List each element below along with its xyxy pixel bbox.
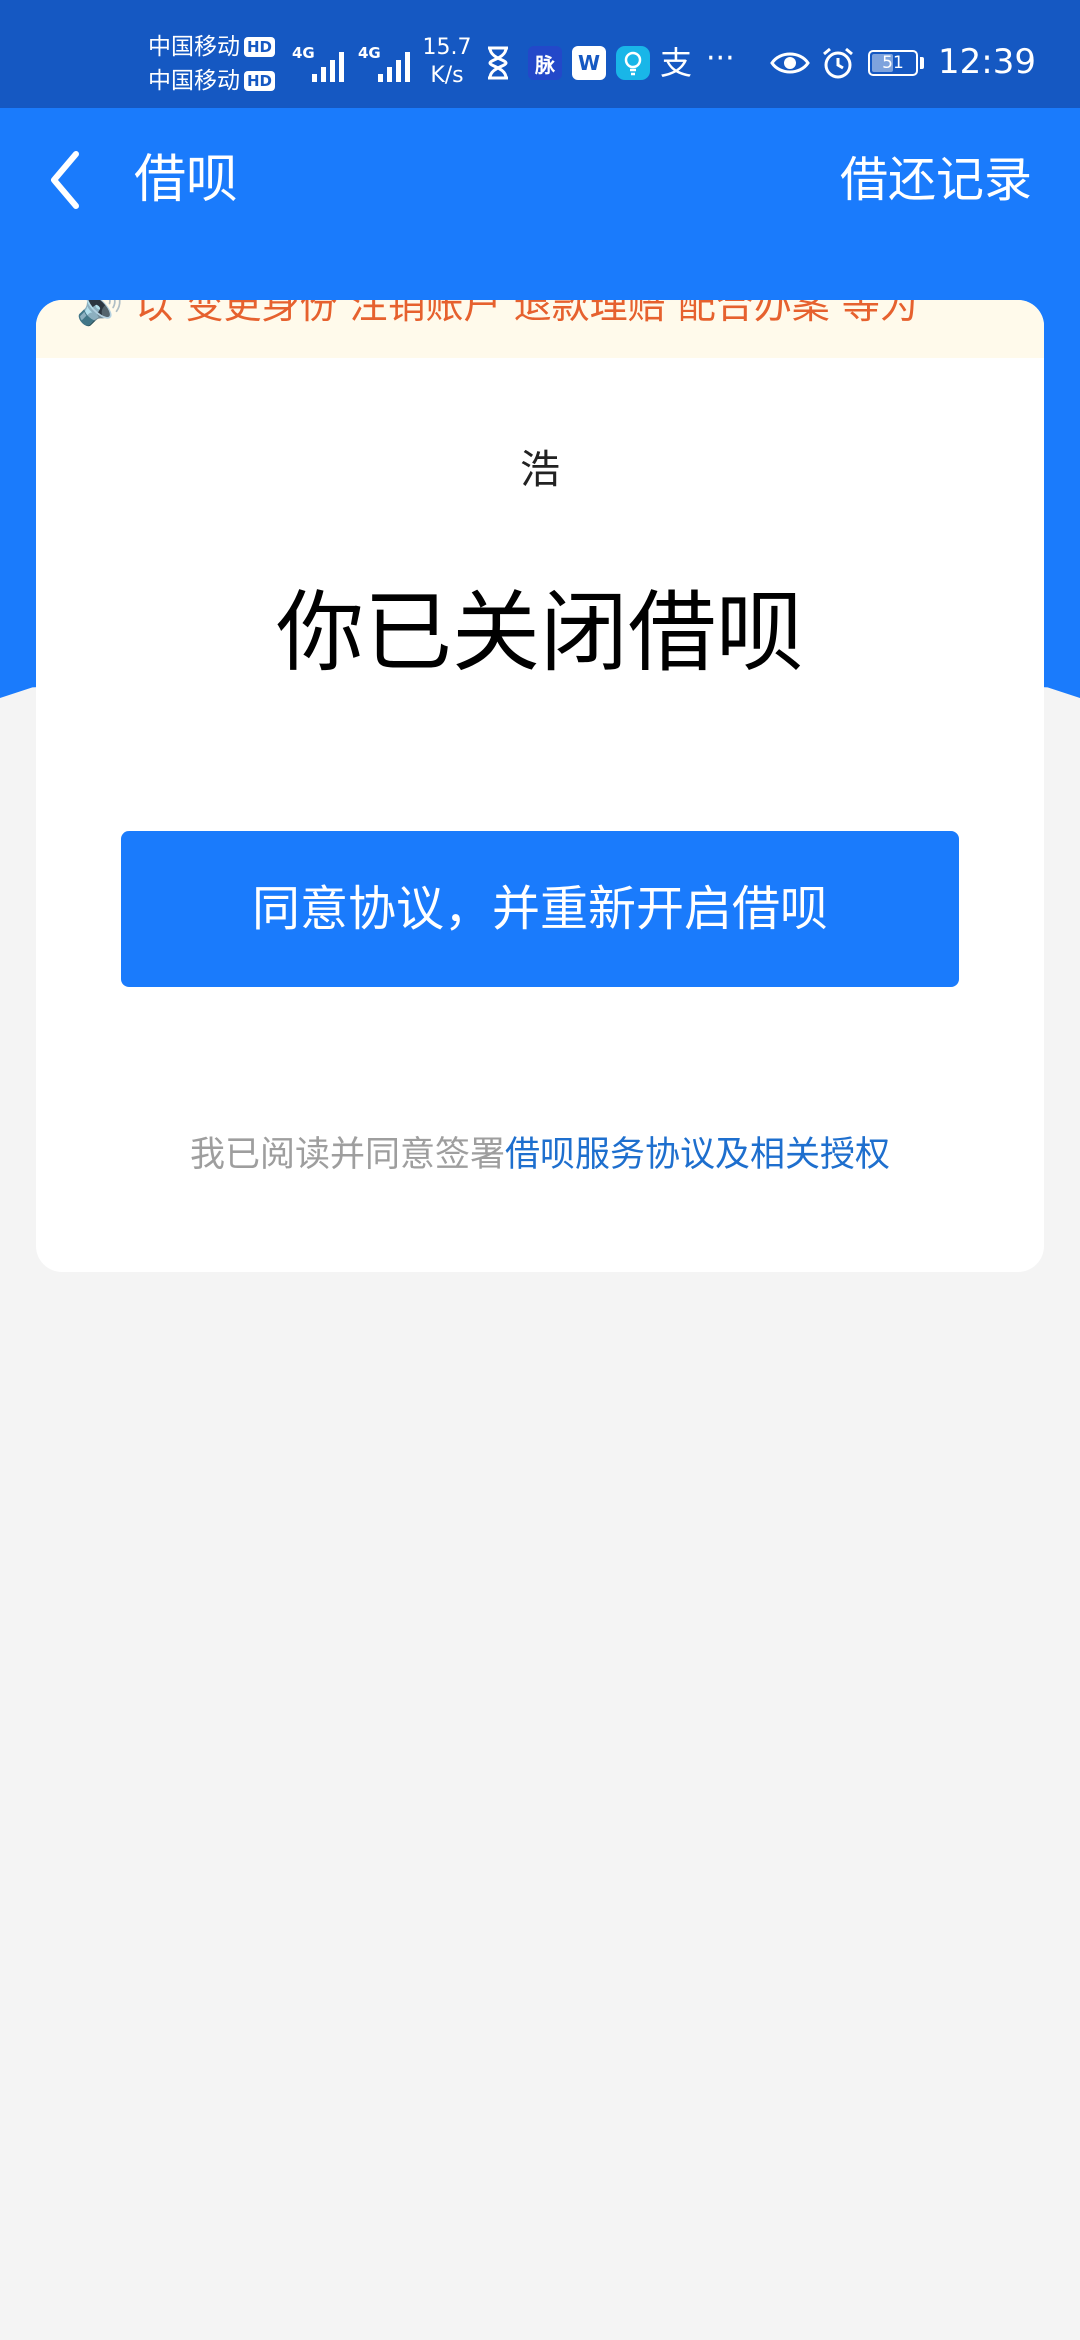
agreement-row: 我已阅读并同意签署借呗服务协议及相关授权 [36,1130,1044,1180]
more-notifications-icon: ··· [706,41,735,76]
hd-badge-2: HD [244,71,276,91]
chevron-left-icon [51,151,79,209]
carrier-info: 中国移动 HD 中国移动 HD [148,30,288,98]
service-agreement-link[interactable]: 借呗服务协议及相关授权 [505,1135,890,1175]
alipay-icon: 支 [660,44,693,82]
network-speed-unit: K/s [430,63,464,88]
agreement-prefix: 我已阅读并同意签署 [189,1135,505,1175]
signal-strength-icon-1 [312,46,352,82]
carrier-row-2: 中国移动 HD [148,64,288,98]
hourglass-icon [488,46,508,80]
alarm-icon [823,47,853,79]
battery-icon: 51 [868,50,918,76]
status-title: 你已关闭借呗 [275,581,804,684]
eye-icon [770,52,810,74]
network-speed: 15.7 K/s [422,34,472,90]
back-button[interactable] [36,140,96,220]
mai-app-icon: 脉 [528,46,562,80]
network-speed-value: 15.7 [422,35,472,60]
reopen-jiebei-button[interactable]: 同意协议，并重新开启借呗 [121,831,959,987]
notice-banner[interactable]: 🔊 以 变更身份 注销账户 退款理赔 配合办案 等为 [36,300,1044,358]
hd-badge-1: HD [244,37,276,57]
battery-level-text: 51 [882,53,904,73]
carrier-row-1: 中国移动 HD [148,30,288,64]
carrier-name-2: 中国移动 [148,68,240,94]
carrier-name-1: 中国移动 [148,34,240,60]
wps-app-icon: W [572,46,606,80]
status-clock: 12:39 [938,42,1036,82]
battery-nub [920,57,924,69]
status-bar: 中国移动 HD 中国移动 HD 4G 4G 15.7 K/s 脉 W 支 ··· [0,0,1080,108]
notice-text: 🔊 以 变更身份 注销账户 退款理赔 配合办案 等为 [76,300,918,327]
user-name: 浩 [520,447,560,493]
signal-strength-icon-2 [378,46,418,82]
status-card: 🔊 以 变更身份 注销账户 退款理赔 配合办案 等为 浩 你已关闭借呗 同意协议… [36,300,1044,1272]
page-title: 借呗 [134,150,239,210]
borrow-repay-records-link[interactable]: 借还记录 [840,145,1032,215]
bulb-app-icon [616,46,650,80]
